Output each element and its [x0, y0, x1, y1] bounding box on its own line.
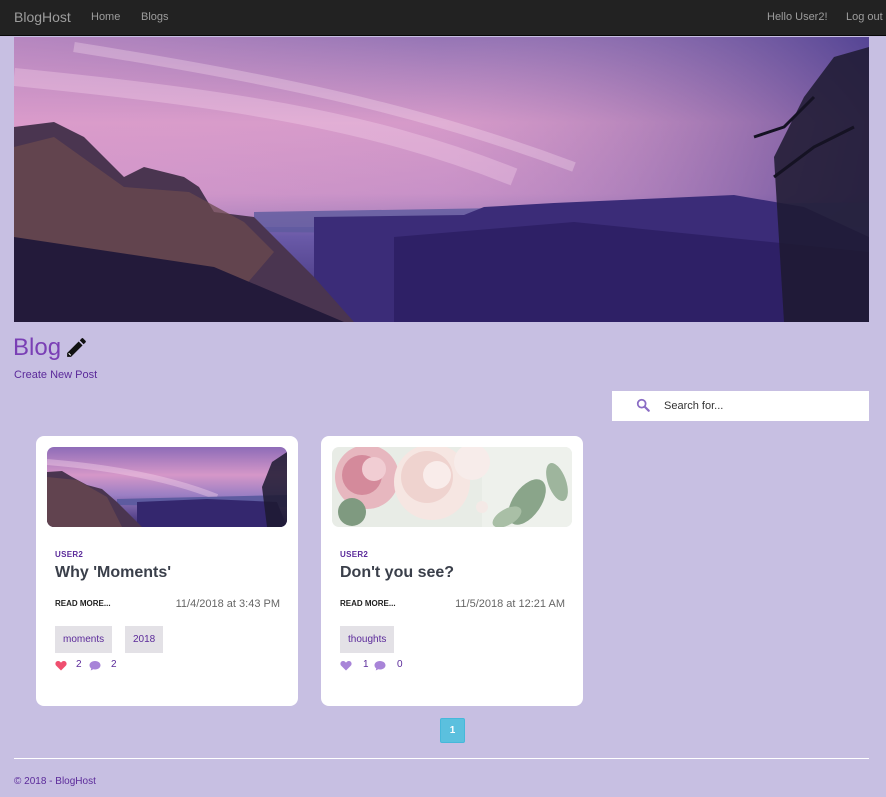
post-date: 11/5/2018 at 12:21 AM	[455, 598, 565, 610]
logout-link[interactable]: Log out	[846, 11, 883, 23]
hero-banner-image	[14, 37, 869, 322]
nav-blogs-link[interactable]: Blogs	[141, 11, 169, 23]
comment-count: 2	[111, 659, 117, 670]
heart-icon[interactable]	[55, 660, 67, 671]
post-thumbnail-image[interactable]	[47, 447, 287, 527]
post-title[interactable]: Why 'Moments'	[55, 564, 171, 582]
tag-thoughts[interactable]: thoughts	[340, 626, 395, 653]
read-more-link[interactable]: READ MORE...	[340, 599, 396, 608]
post-date: 11/4/2018 at 3:43 PM	[175, 598, 280, 610]
post-title[interactable]: Don't you see?	[340, 564, 454, 582]
tag-moments[interactable]: moments	[55, 626, 113, 653]
post-author[interactable]: USER2	[55, 550, 83, 559]
footer-divider	[14, 758, 869, 759]
search-input[interactable]	[664, 391, 864, 421]
blog-title: Blog	[13, 334, 62, 361]
read-more-link[interactable]: READ MORE...	[55, 599, 111, 608]
post-author[interactable]: USER2	[340, 550, 368, 559]
like-count: 2	[76, 659, 82, 670]
comment-icon[interactable]	[89, 660, 101, 671]
user-greeting-link[interactable]: Hello User2!	[767, 11, 828, 23]
nav-home-link[interactable]: Home	[91, 11, 120, 23]
pagination-page-1[interactable]: 1	[440, 718, 465, 743]
post-thumbnail-image[interactable]	[332, 447, 572, 527]
tag-2018[interactable]: 2018	[125, 626, 164, 653]
brand-link[interactable]: BlogHost	[14, 9, 71, 25]
top-navbar: BlogHost Home Blogs Hello User2! Log out	[0, 0, 886, 36]
create-new-post-link[interactable]: Create New Post	[14, 369, 97, 381]
comment-icon[interactable]	[374, 660, 386, 671]
search-box	[612, 391, 869, 421]
post-card: USER2 Why 'Moments' READ MORE... 11/4/20…	[36, 436, 298, 706]
comment-count: 0	[397, 659, 403, 670]
footer-copyright: © 2018 - BlogHost	[14, 776, 96, 787]
pencil-edit-icon[interactable]	[64, 335, 89, 360]
like-count: 1	[363, 659, 369, 670]
search-icon	[636, 398, 650, 412]
post-card: USER2 Don't you see? READ MORE... 11/5/2…	[321, 436, 583, 706]
heart-icon[interactable]	[340, 660, 352, 671]
